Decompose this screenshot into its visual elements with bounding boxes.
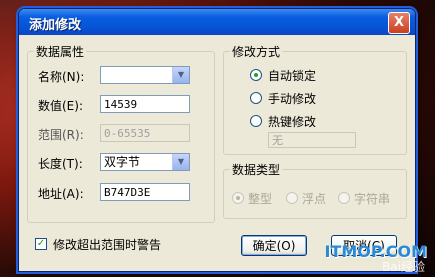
close-icon: X (393, 15, 405, 30)
radio-auto-lock[interactable] (250, 69, 262, 81)
integer-label: 整型 (248, 192, 273, 206)
length-combo-value: 双字节 (104, 155, 141, 169)
data-properties-group: 数据属性 名称(N): ▼ 数值(E): 14539 范围(R): 0-6553… (27, 43, 215, 223)
value-input[interactable]: 14539 (100, 95, 190, 113)
range-label: 范围(R): (38, 128, 84, 142)
string-label: 字符串 (354, 192, 391, 206)
value-label: 数值(E): (38, 99, 83, 113)
warn-out-of-range-label[interactable]: 修改超出范围时警告 (53, 236, 161, 253)
hotkey-input: 无 (268, 132, 356, 148)
hotkey-modify-label[interactable]: 热键修改 (268, 113, 316, 130)
chevron-down-icon[interactable]: ▼ (172, 154, 189, 170)
dialog-title: 添加修改 (29, 18, 82, 33)
data-type-title: 数据类型 (230, 161, 283, 178)
radio-string (338, 192, 350, 204)
address-input[interactable]: B747D3E (100, 183, 190, 201)
data-properties-title: 数据属性 (34, 43, 87, 60)
name-combo[interactable]: ▼ (100, 66, 190, 84)
range-input: 0-65535 (100, 124, 190, 142)
radio-hotkey-modify[interactable] (250, 115, 262, 127)
manual-modify-label[interactable]: 手动修改 (268, 90, 316, 107)
radio-integer (232, 192, 244, 204)
data-type-group: 数据类型 整型 浮点 字符串 (223, 161, 407, 219)
float-label: 浮点 (302, 192, 327, 206)
add-modify-dialog: 添加修改 X 数据属性 名称(N): ▼ 数值(E): 14539 范围(R):… (18, 8, 416, 272)
chevron-down-icon[interactable]: ▼ (172, 67, 189, 83)
ok-button[interactable]: 确定(O) (241, 235, 307, 256)
name-label: 名称(N): (38, 70, 85, 84)
title-bar[interactable]: 添加修改 X (19, 9, 415, 35)
length-label: 长度(T): (38, 157, 83, 171)
auto-lock-label[interactable]: 自动锁定 (268, 67, 316, 84)
radio-float (286, 192, 298, 204)
close-button[interactable]: X (388, 12, 410, 34)
modify-mode-group: 修改方式 自动锁定 手动修改 热键修改 无 (223, 43, 407, 155)
modify-mode-title: 修改方式 (230, 43, 283, 60)
watermark-sub: Bai经验 (382, 260, 425, 274)
radio-manual-modify[interactable] (250, 92, 262, 104)
warn-out-of-range-checkbox[interactable]: ✓ (35, 238, 47, 250)
address-label: 地址(A): (38, 187, 84, 201)
length-combo[interactable]: 双字节 ▼ (100, 153, 190, 171)
